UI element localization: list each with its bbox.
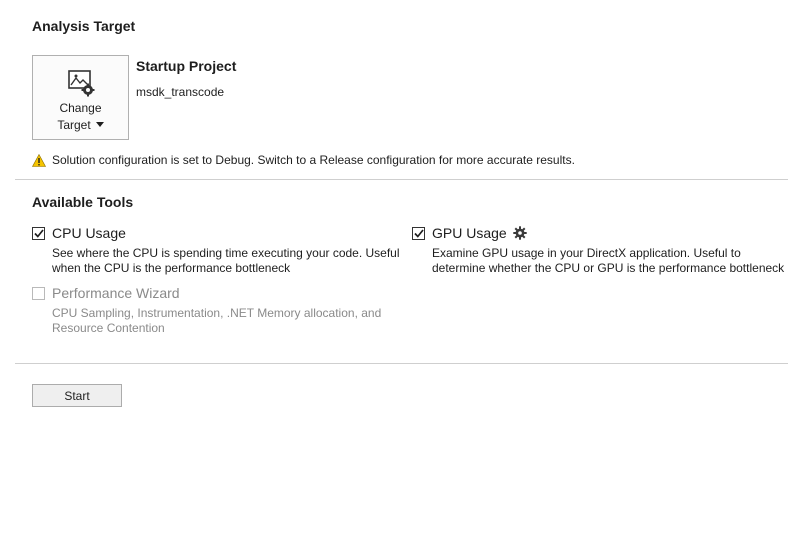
divider xyxy=(15,179,788,180)
gpu-usage-description: Examine GPU usage in your DirectX applic… xyxy=(432,246,784,276)
warning-text: Solution configuration is set to Debug. … xyxy=(52,153,575,167)
performance-wizard-desc-line1: CPU Sampling, Instrumentation, .NET Memo… xyxy=(52,306,382,320)
tool-cpu-usage: CPU Usage See where the CPU is spending … xyxy=(32,225,400,276)
startup-project-title: Startup Project xyxy=(136,58,237,74)
tool-gpu-usage: GPU Usage Examine GPU usage in your Dire… xyxy=(412,225,784,276)
cpu-usage-checkbox[interactable] xyxy=(32,226,45,240)
checkmark-icon xyxy=(413,228,424,238)
divider xyxy=(15,363,788,364)
tool-performance-wizard: Performance Wizard CPU Sampling, Instrum… xyxy=(32,285,381,336)
warning-row: Solution configuration is set to Debug. … xyxy=(32,153,575,167)
available-tools-title: Available Tools xyxy=(32,194,134,210)
cpu-usage-label[interactable]: CPU Usage xyxy=(52,225,126,241)
start-button[interactable]: Start xyxy=(32,384,122,407)
performance-wizard-label[interactable]: Performance Wizard xyxy=(52,285,180,301)
performance-wizard-description: CPU Sampling, Instrumentation, .NET Memo… xyxy=(52,306,381,336)
checkmark-icon xyxy=(33,228,44,238)
performance-wizard-desc-line2: Resource Contention xyxy=(52,321,165,335)
startup-project-value: msdk_transcode xyxy=(136,85,225,99)
change-target-button[interactable]: Change Target xyxy=(32,55,129,140)
gpu-usage-checkbox[interactable] xyxy=(412,226,425,240)
gear-icon[interactable] xyxy=(513,226,527,240)
cpu-usage-desc-line2: when the CPU is the performance bottlene… xyxy=(52,261,291,275)
cpu-usage-desc-line1: See where the CPU is spending time execu… xyxy=(52,246,400,260)
warning-icon xyxy=(32,153,46,167)
dropdown-caret-icon xyxy=(95,122,104,127)
gpu-usage-label[interactable]: GPU Usage xyxy=(432,225,507,241)
change-target-line2: Target xyxy=(57,118,91,132)
gpu-usage-desc-line1: Examine GPU usage in your DirectX applic… xyxy=(432,246,741,260)
target-settings-icon xyxy=(67,70,94,97)
gpu-usage-desc-line2: determine whether the CPU or GPU is the … xyxy=(432,261,785,275)
analysis-target-title: Analysis Target xyxy=(32,18,136,34)
change-target-line1: Change xyxy=(59,101,102,115)
performance-wizard-checkbox[interactable] xyxy=(32,286,45,300)
cpu-usage-description: See where the CPU is spending time execu… xyxy=(52,246,400,276)
change-target-label: Change Target xyxy=(57,100,104,134)
